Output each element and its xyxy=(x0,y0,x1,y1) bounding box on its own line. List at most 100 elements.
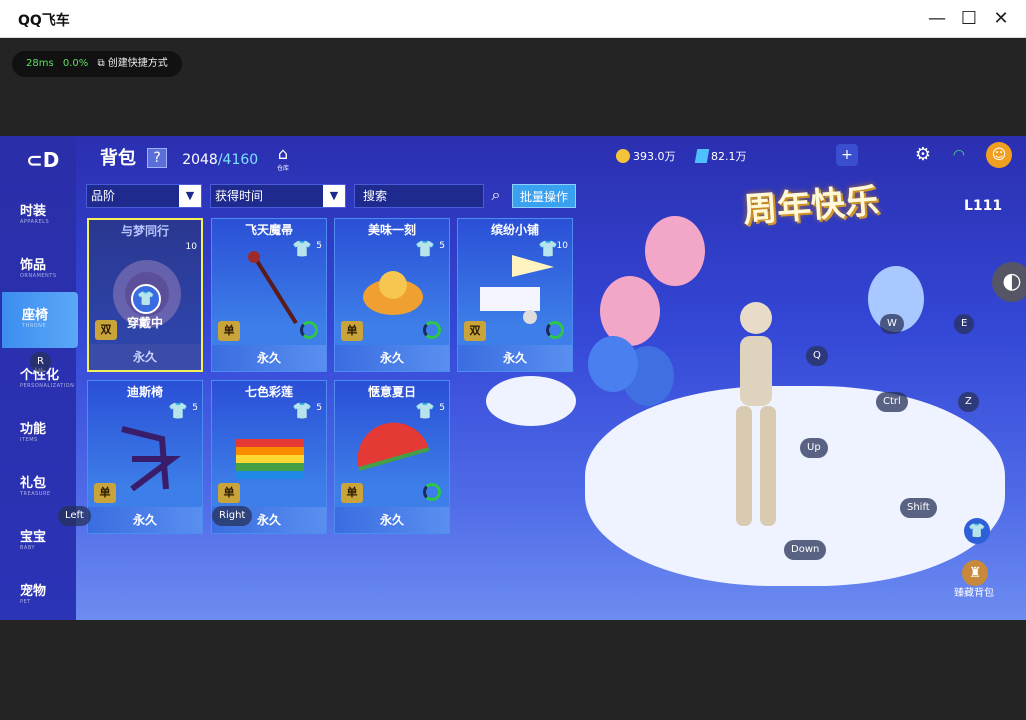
nav-sublabel: ITEMS xyxy=(20,437,38,443)
coin-icon xyxy=(616,149,630,163)
seat-type-badge: 单 xyxy=(218,483,240,503)
item-art-broom xyxy=(248,251,298,325)
item-name: 七色彩莲 xyxy=(244,385,293,399)
outfit-button[interactable]: 👕 xyxy=(964,518,990,544)
nav-item-pet[interactable]: 宠物 PET xyxy=(0,568,76,620)
key-hint-up: Up xyxy=(800,438,828,458)
avatar[interactable]: ☺ xyxy=(986,142,1012,168)
character-model xyxy=(736,302,776,526)
coin-value: 393.0万 xyxy=(633,150,676,163)
level-value: 111 xyxy=(972,198,1003,214)
add-button[interactable]: + xyxy=(836,144,858,166)
nav-label: 宝宝 xyxy=(20,530,47,545)
grade-filter[interactable]: 品阶 ▼ xyxy=(86,184,202,208)
gear-icon[interactable]: ⚙ xyxy=(910,142,936,168)
key-hint-down: Down xyxy=(784,540,827,560)
warehouse-icon: ⌂ xyxy=(277,144,289,163)
category-nav: ⊂D 时装 APPARELS 饰品 ORNAMENTS 座椅 THRONE 个性… xyxy=(0,136,78,620)
item-art-cart xyxy=(480,255,554,324)
coin-balance: 393.0万 xyxy=(616,148,676,164)
help-button[interactable]: ? xyxy=(147,148,168,168)
progress-ring-icon xyxy=(300,321,318,339)
game-viewport: ⊂D 时装 APPARELS 饰品 ORNAMENTS 座椅 THRONE 个性… xyxy=(0,136,1026,620)
balloon-decoration xyxy=(588,336,638,392)
key-hint-w: W xyxy=(880,314,904,334)
item-card-mei-wei-yi-ke[interactable]: 美味一刻 👕 5 单 永久 xyxy=(334,218,450,372)
item-card-fei-tian-mo-zhou[interactable]: 飞天魔帚 👕 5 单 永久 xyxy=(211,218,327,372)
batch-operation-button[interactable]: 批量操作 xyxy=(512,184,576,208)
maximize-button[interactable]: ☐ xyxy=(956,6,982,32)
seat-type-badge: 单 xyxy=(341,321,363,341)
gem-icon xyxy=(694,149,710,163)
rotate-view-button[interactable]: ◐ xyxy=(992,262,1026,302)
nav-sublabel: THRONE xyxy=(22,323,47,329)
time-sort[interactable]: 获得时间 ▼ xyxy=(210,184,346,208)
page-title: 背包 xyxy=(100,148,136,169)
item-name: 缤纷小铺 xyxy=(490,223,539,237)
item-duration: 永久 xyxy=(89,344,201,370)
nav-label: 时装 xyxy=(20,204,47,219)
nav-sublabel: TREASURE xyxy=(20,491,51,497)
collection-bag-label[interactable]: 臻藏背包 xyxy=(954,584,994,599)
item-name: 惬意夏日 xyxy=(367,385,416,399)
item-duration: 永久 xyxy=(335,507,449,533)
item-art-food xyxy=(363,271,423,315)
warehouse-button[interactable]: ⌂ 仓库 xyxy=(272,144,294,172)
item-art-chair xyxy=(121,426,181,492)
total-count: /4160 xyxy=(217,152,259,168)
item-duration: 永久 xyxy=(212,345,326,371)
item-card-yu-meng-tong-xing[interactable]: 与梦同行 10 👕 穿戴中 双 永久 xyxy=(87,218,203,372)
gem-balance: 82.1万 xyxy=(694,148,747,164)
window-titlebar: QQ飞车 — ☐ ✕ xyxy=(0,0,1026,38)
item-card-di-si-yi[interactable]: 迪斯椅 👕 5 单 永久 xyxy=(87,380,203,534)
nav-sublabel: ORNAMENTS xyxy=(20,273,57,279)
item-duration: 永久 xyxy=(458,345,572,371)
used-count: 2048 xyxy=(182,152,218,168)
create-shortcut-link[interactable]: 创建快捷方式 xyxy=(108,58,168,69)
nav-item-apparels[interactable]: 时装 APPARELS xyxy=(0,188,76,240)
nav-item-treasure[interactable]: 礼包 TREASURE xyxy=(0,460,76,512)
collection-level: L111 xyxy=(964,198,1002,214)
nav-label: 礼包 xyxy=(20,476,47,491)
item-card-bin-fen-xiao-pu[interactable]: 缤纷小铺 👕 10 双 永久 xyxy=(457,218,573,372)
seat-type-badge: 单 xyxy=(341,483,363,503)
minimize-button[interactable]: — xyxy=(924,6,950,32)
nav-label: 饰品 xyxy=(20,258,47,273)
seat-type-badge: 单 xyxy=(218,321,240,341)
cloud-decoration xyxy=(486,376,576,426)
shortcut-icon[interactable]: ⧉ xyxy=(97,58,104,69)
search-icon[interactable]: ⌕ xyxy=(484,184,508,208)
key-hint-shift: Shift xyxy=(900,498,937,518)
nav-item-ornaments[interactable]: 饰品 ORNAMENTS xyxy=(0,242,76,294)
nav-label: 座椅 xyxy=(22,308,49,323)
progress-ring-icon xyxy=(423,483,441,501)
balloon-decoration xyxy=(645,216,705,286)
item-name: 美味一刻 xyxy=(367,223,416,237)
progress-ring-icon xyxy=(546,321,564,339)
seat-type-badge: 双 xyxy=(95,320,117,340)
ping-value: 28ms xyxy=(26,58,54,69)
capacity-count: 2048/4160 xyxy=(182,152,258,168)
seat-type-badge: 双 xyxy=(464,321,486,341)
chevron-down-icon: ▼ xyxy=(323,185,345,207)
item-card-qie-yi-xia-ri[interactable]: 惬意夏日 👕 5 单 永久 xyxy=(334,380,450,534)
item-duration: 永久 xyxy=(88,507,202,533)
nav-label: 宠物 xyxy=(20,584,47,599)
nav-item-items[interactable]: 功能 ITEMS xyxy=(0,406,76,458)
game-logo: ⊂D xyxy=(26,148,60,172)
collection-bag-icon[interactable]: ♜ xyxy=(962,560,988,586)
perf-overlay: 28ms 0.0% ⧉ 创建快捷方式 xyxy=(12,51,182,77)
grade-filter-label: 品阶 xyxy=(91,189,116,203)
loss-value: 0.0% xyxy=(62,58,89,69)
item-name: 飞天魔帚 xyxy=(244,223,293,237)
nav-item-throne[interactable]: 座椅 THRONE xyxy=(2,292,78,348)
wifi-icon: ◠ xyxy=(952,147,966,163)
chevron-down-icon: ▼ xyxy=(179,185,201,207)
key-hint-e: E xyxy=(954,314,975,334)
search-input[interactable]: 搜索 xyxy=(354,184,484,208)
item-art-watermelon xyxy=(357,422,430,471)
nav-sublabel: APPARELS xyxy=(20,219,50,225)
close-button[interactable]: ✕ xyxy=(988,6,1014,32)
shirt-icon: 👕 xyxy=(131,284,161,314)
nav-sublabel: PET xyxy=(20,599,31,605)
